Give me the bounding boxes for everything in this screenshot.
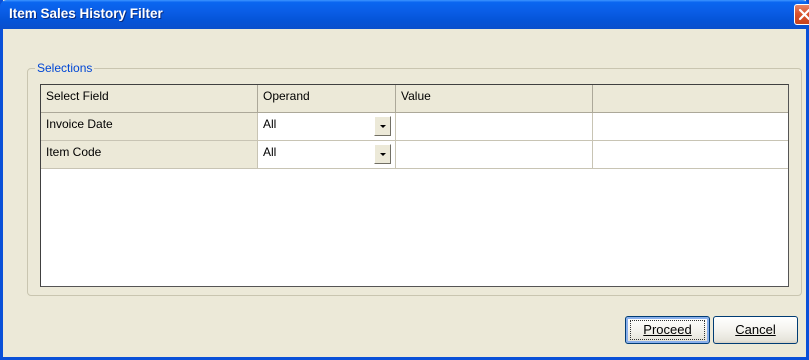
column-header-operand[interactable]: Operand	[258, 85, 396, 113]
column-header-value[interactable]: Value	[396, 85, 593, 113]
operand-dropdown-button[interactable]	[374, 116, 391, 136]
selections-grid[interactable]: Select Field Operand Value Invoice Date …	[40, 84, 789, 287]
extra-cell[interactable]	[593, 141, 788, 169]
proceed-button[interactable]: Proceed	[625, 316, 710, 344]
title-bar[interactable]: Item Sales History Filter	[0, 0, 809, 29]
value-cell[interactable]	[396, 113, 593, 141]
operand-value: All	[263, 145, 277, 159]
column-header-extra[interactable]	[593, 85, 788, 113]
operand-dropdown-button[interactable]	[374, 144, 391, 164]
column-header-select-field[interactable]: Select Field	[41, 85, 258, 113]
close-button[interactable]	[794, 4, 809, 25]
cancel-button-label: Cancel	[735, 322, 776, 337]
grid-header-row: Select Field Operand Value	[41, 85, 788, 113]
selections-group-label: Selections	[35, 61, 95, 75]
operand-value: All	[263, 117, 277, 131]
proceed-button-label: Proceed	[643, 322, 692, 337]
window-title: Item Sales History Filter	[9, 6, 163, 21]
grid-empty-area[interactable]	[41, 169, 788, 286]
select-field-cell[interactable]: Item Code	[41, 141, 258, 169]
grid-row[interactable]: Item Code All	[41, 141, 788, 169]
cancel-button[interactable]: Cancel	[713, 316, 798, 344]
grid-row[interactable]: Invoice Date All	[41, 113, 788, 141]
extra-cell[interactable]	[593, 113, 788, 141]
close-icon	[798, 8, 809, 21]
value-cell[interactable]	[396, 141, 593, 169]
select-field-cell[interactable]: Invoice Date	[41, 113, 258, 141]
